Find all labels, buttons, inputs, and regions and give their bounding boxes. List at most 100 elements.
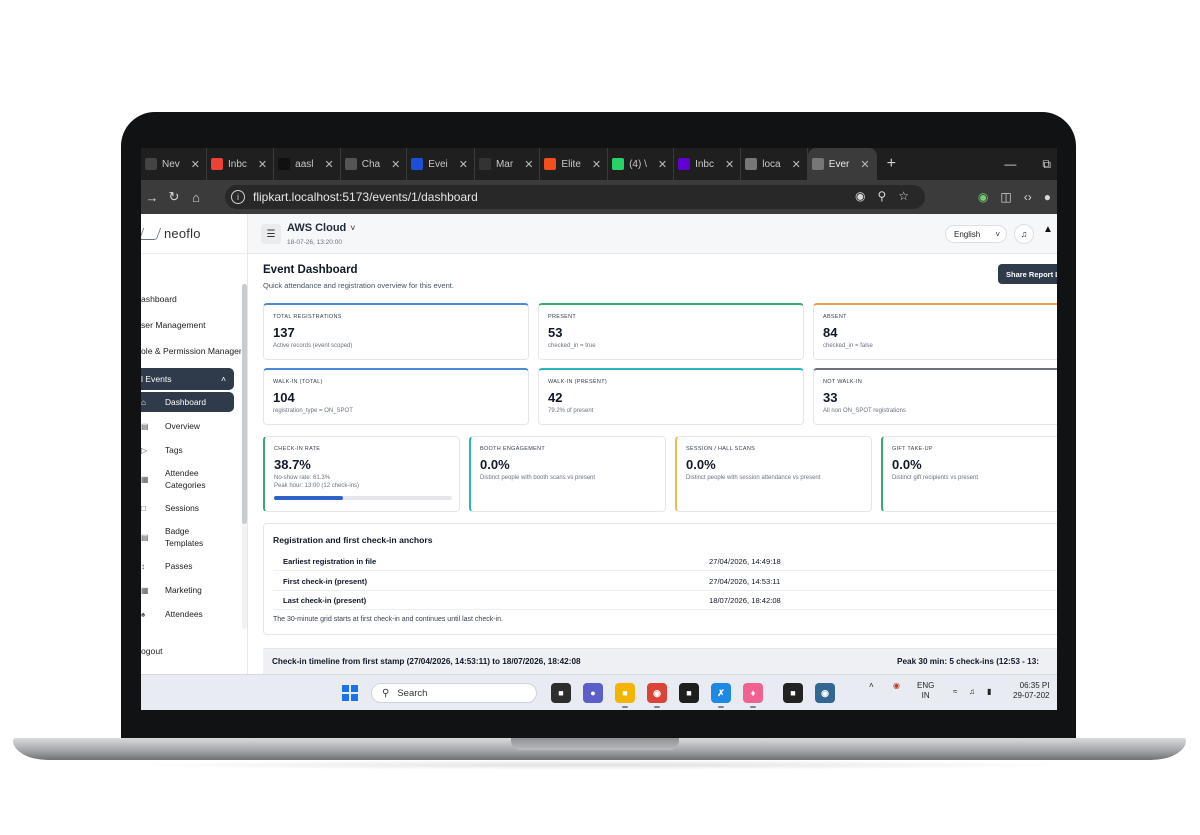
metric-card: CHECK-IN RATE 38.7% No-show rate: 61.3% Pea… (263, 436, 460, 512)
minimize-icon[interactable]: — (1004, 157, 1016, 171)
event-selector[interactable]: AWS Cloud ˅ (287, 222, 356, 234)
maximize-icon[interactable]: ⧉ (1042, 157, 1051, 172)
close-tab-icon[interactable]: ✕ (860, 158, 869, 171)
metric-card: ABSENT 84 checked_in = false (813, 303, 1057, 360)
chevron-up-icon: ˄ (220, 374, 226, 384)
zoom-icon[interactable]: ⚲ (877, 189, 886, 203)
git-icon[interactable]: ♦ (743, 683, 763, 703)
browser-tab[interactable]: Ever ✕ (807, 148, 877, 180)
profile-avatar-icon[interactable]: ● (1044, 190, 1051, 204)
close-tab-icon[interactable]: ✕ (459, 158, 468, 171)
extension-badge-icon[interactable]: ◉ (978, 190, 988, 204)
file-explorer-icon[interactable]: ■ (551, 683, 571, 703)
yahoo-mail-icon (678, 158, 691, 170)
location-icon[interactable]: ◉ (855, 189, 865, 203)
close-tab-icon[interactable]: ✕ (258, 158, 267, 171)
browser-tab[interactable]: Elite ✕ (540, 148, 609, 180)
browser-tab[interactable]: Nev ✕ (141, 148, 208, 180)
tag-icon: ▷ (141, 445, 148, 455)
metric-value: 53 (548, 325, 563, 340)
tab-title: (4) \ (629, 158, 647, 170)
metric-value: 84 (823, 325, 838, 340)
browser-tab[interactable]: loca ✕ (741, 148, 808, 180)
browser-tab[interactable]: Evei ✕ (407, 148, 475, 180)
devtools-icon[interactable]: ‹› (1024, 190, 1032, 204)
browser-tab[interactable]: Mar ✕ (475, 148, 541, 180)
sidebar-subitem-attendee-categories[interactable]: ▦ Attendee Categories (141, 462, 241, 496)
taskbar-search-label: Search (397, 687, 428, 699)
browser-tab[interactable]: (4) \ ✕ (608, 148, 675, 180)
chevron-down-icon: ˅ (350, 223, 356, 233)
menu-toggle-icon[interactable]: ☰ (261, 224, 281, 244)
recording-icon[interactable]: ◉ (893, 681, 900, 691)
notification-bell-icon[interactable]: ♫ (1014, 224, 1034, 244)
anchor-row: Earliest registration in file 27/04/2026,… (273, 552, 1057, 571)
tab-title: Nev (162, 158, 180, 170)
meet-icon[interactable]: ● (583, 683, 603, 703)
volume-muted-icon[interactable]: ♫ (969, 687, 975, 697)
sidebar-subitem-sessions[interactable]: □ Sessions (141, 496, 241, 520)
terminal-icon[interactable]: ■ (679, 683, 699, 703)
logout-link[interactable]: ogout (141, 646, 163, 656)
reload-icon[interactable]: ↻ (163, 189, 185, 205)
sidebar-subitem-attendees[interactable]: ♠ Attendees (141, 602, 241, 626)
browser-tab[interactable]: aasl ✕ (274, 148, 341, 180)
chrome-icon[interactable]: ◉ (647, 683, 667, 703)
close-tab-icon[interactable]: ✕ (658, 158, 667, 171)
user-avatar[interactable]: ▲ (1043, 224, 1057, 244)
timeline-title: Check-in timeline from first stamp (27/0… (272, 657, 581, 666)
address-bar[interactable]: i flipkart.localhost:5173/events/1/dashb… (225, 185, 925, 209)
browser-tab[interactable]: Inbc ✕ (207, 148, 275, 180)
system-tray-chevron-icon[interactable]: ˄ (869, 681, 874, 691)
app-badge-icon[interactable]: ■ (783, 683, 803, 703)
sidebar-subitem-badge-templates[interactable]: ▤ Badge Templates (141, 520, 241, 554)
home-icon[interactable]: ⌂ (185, 190, 207, 205)
sidebar-subitem-label: Passes (165, 561, 193, 571)
close-tab-icon[interactable]: ✕ (391, 158, 400, 171)
new-tab-button[interactable]: + (877, 155, 906, 173)
extensions-puzzle-icon[interactable]: ◫ (1000, 190, 1011, 204)
vscode-icon[interactable]: ✗ (711, 683, 731, 703)
sidebar-subitem-tags[interactable]: ▷ Tags (141, 438, 241, 462)
site-info-icon[interactable]: i (231, 190, 245, 204)
tab-title: Mar (495, 158, 514, 170)
taskbar-search[interactable]: ⚲ Search (371, 683, 537, 703)
metric-label: PRESENT (548, 314, 577, 320)
clock[interactable]: 06:35 PI 29-07-202 (1013, 681, 1049, 701)
sidebar-subitem-overview[interactable]: ▤ Overview (141, 414, 241, 438)
browser-tab[interactable]: Inbc ✕ (674, 148, 742, 180)
sidebar-scrollbar-thumb[interactable] (242, 284, 247, 524)
home-icon: ⌂ (141, 397, 146, 407)
close-tab-icon[interactable]: ✕ (592, 158, 601, 171)
sidebar-subitem-dashboard[interactable]: ⌂ Dashboard (141, 392, 234, 412)
sidebar-item-role-permission[interactable]: ole & Permission Manageme (141, 338, 241, 364)
browser-toolbar: → ↻ ⌂ i flipkart.localhost:5173/events/1… (141, 180, 1057, 214)
close-tab-icon[interactable]: ✕ (725, 158, 734, 171)
sidebar-subitem-marketing[interactable]: ▦ Marketing (141, 578, 241, 602)
windows-start-icon[interactable] (342, 685, 358, 701)
close-tab-icon[interactable]: ✕ (524, 158, 533, 171)
neoflo-logo-icon (141, 227, 162, 240)
share-report-button[interactable]: Share Report L (998, 264, 1057, 284)
close-tab-icon[interactable]: ✕ (792, 158, 801, 171)
language-indicator[interactable]: ENG IN (917, 681, 934, 701)
metric-card: WALK-IN (PRESENT) 42 79.2% of present (538, 368, 804, 425)
bookmark-star-icon[interactable]: ☆ (898, 189, 909, 203)
folder-icon[interactable]: ■ (615, 683, 635, 703)
sidebar-item-user-management[interactable]: ser Management (141, 312, 241, 338)
postgres-icon[interactable]: ◉ (815, 683, 835, 703)
window-controls: — ⧉ (1004, 148, 1057, 180)
tab-title: aasl (295, 158, 314, 170)
sidebar-item-label: ser Management (141, 320, 206, 330)
forward-icon[interactable]: → (141, 190, 163, 205)
language-select[interactable]: English ˅ (945, 225, 1007, 243)
sidebar-subitem-passes[interactable]: ↕ Passes (141, 554, 241, 578)
close-tab-icon[interactable]: ✕ (191, 158, 200, 171)
browser-tab[interactable]: Cha ✕ (341, 148, 408, 180)
wifi-icon[interactable]: ≈ (953, 687, 957, 697)
sidebar-item-dashboard[interactable]: ashboard (141, 286, 241, 312)
battery-icon[interactable]: ▮ (987, 687, 991, 697)
metric-note-secondary: Peak hour: 13:00 (12 check-ins) (274, 483, 360, 489)
sidebar-group-events[interactable]: l Events ˄ (141, 368, 234, 390)
close-tab-icon[interactable]: ✕ (325, 158, 334, 171)
